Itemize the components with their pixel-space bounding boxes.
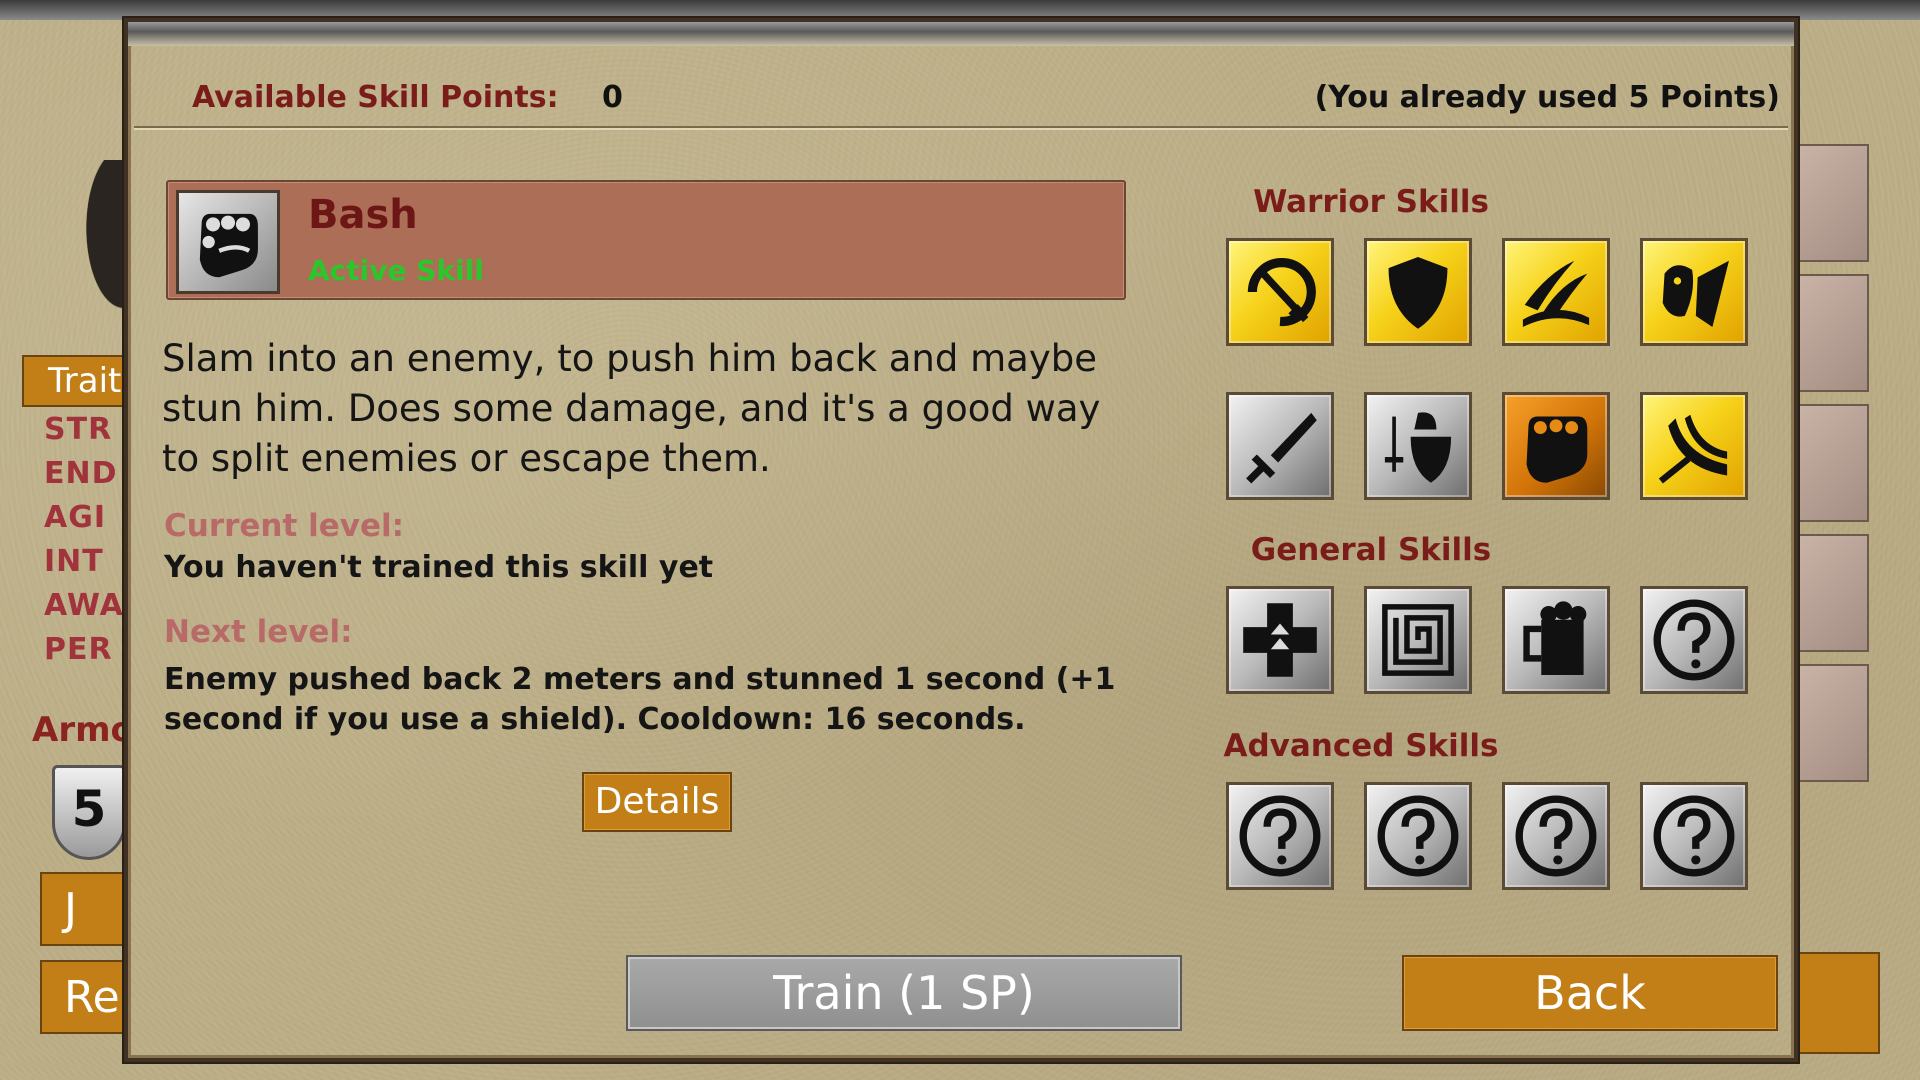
skills-dialog: Available Skill Points: 0 (You already u… (124, 18, 1798, 1062)
skill-slot-slash[interactable] (1502, 238, 1610, 346)
slash-icon (1522, 260, 1590, 327)
question-icon (1653, 795, 1735, 877)
warrior-skills-title: Warrior Skills (1253, 184, 1489, 220)
current-level-text: You haven't trained this skill yet (164, 550, 714, 585)
armor-value: 5 (71, 780, 107, 838)
next-level-label: Next level: (164, 614, 353, 650)
whirlwind-sword-icon (1658, 414, 1728, 484)
details-button[interactable]: Details (582, 772, 732, 832)
question-icon (1239, 795, 1321, 877)
knight-sword-shield-icon (1384, 412, 1452, 483)
skill-slot-sword-swing[interactable] (1226, 238, 1334, 346)
inventory-slot[interactable] (1797, 664, 1869, 782)
general-skills-title: General Skills (1250, 532, 1492, 568)
shield-icon (1388, 257, 1448, 329)
health-cross-icon (1243, 603, 1317, 677)
inventory-slot[interactable] (1797, 534, 1869, 652)
dialog-top-border (128, 22, 1794, 46)
skill-description: Slam into an enemy, to push him back and… (162, 337, 1101, 480)
skill-slot-unknown[interactable] (1640, 586, 1748, 694)
fist-icon (176, 190, 280, 294)
skill-slot-whirlwind[interactable] (1640, 392, 1748, 500)
inventory-slot[interactable] (1797, 144, 1869, 262)
broken-sword-icon (1246, 412, 1317, 484)
skill-slot-maze[interactable] (1364, 586, 1472, 694)
skill-type: Active Skill (308, 254, 484, 287)
warcry-icon (1662, 260, 1729, 327)
skill-slot-unknown[interactable] (1226, 782, 1334, 890)
stat-agi: AGI (44, 500, 107, 535)
stat-str: STR (44, 412, 113, 447)
sword-swing-icon (1247, 258, 1316, 327)
stat-end: END (44, 456, 118, 491)
skill-slot-unknown[interactable] (1502, 782, 1610, 890)
traits-tab[interactable]: Traits (22, 355, 132, 407)
current-level-label: Current level: (164, 508, 405, 544)
skill-slot-unknown[interactable] (1364, 782, 1472, 890)
fist-icon (1526, 416, 1588, 483)
back-button[interactable]: Back (1402, 955, 1778, 1031)
skill-slot-bash[interactable] (1502, 392, 1610, 500)
next-level-text: Enemy pushed back 2 meters and stunned 1… (164, 662, 1116, 737)
selected-skill-card: Bash Active Skill (166, 180, 1126, 300)
inventory-slot[interactable] (1797, 274, 1869, 392)
skill-slot-health[interactable] (1226, 586, 1334, 694)
header-divider (134, 126, 1788, 130)
skill-name: Bash (308, 192, 418, 238)
skill-slot-shield[interactable] (1364, 238, 1472, 346)
used-points-text: (You already used 5 Points) (1314, 80, 1780, 115)
skill-points-label: Available Skill Points: (192, 80, 559, 115)
advanced-skills-title: Advanced Skills (1223, 728, 1499, 764)
stat-awa: AWA (44, 588, 124, 623)
question-icon (1515, 795, 1597, 877)
train-button[interactable]: Train (1 SP) (626, 955, 1182, 1031)
skill-slot-broken-sword[interactable] (1226, 392, 1334, 500)
maze-icon (1382, 604, 1454, 676)
question-icon (1377, 795, 1459, 877)
stat-int: INT (44, 544, 104, 579)
background-top-bar (0, 0, 1920, 20)
skill-slot-warcry[interactable] (1640, 238, 1748, 346)
inventory-slot[interactable] (1797, 404, 1869, 522)
skill-slot-unknown[interactable] (1640, 782, 1748, 890)
skill-points-value: 0 (602, 80, 623, 115)
question-icon (1653, 599, 1735, 681)
armor-shield-icon: 5 (52, 765, 126, 860)
skill-slot-knight[interactable] (1364, 392, 1472, 500)
beer-mug-icon (1523, 601, 1587, 675)
skill-slot-beer[interactable] (1502, 586, 1610, 694)
stat-per: PER (44, 632, 113, 667)
